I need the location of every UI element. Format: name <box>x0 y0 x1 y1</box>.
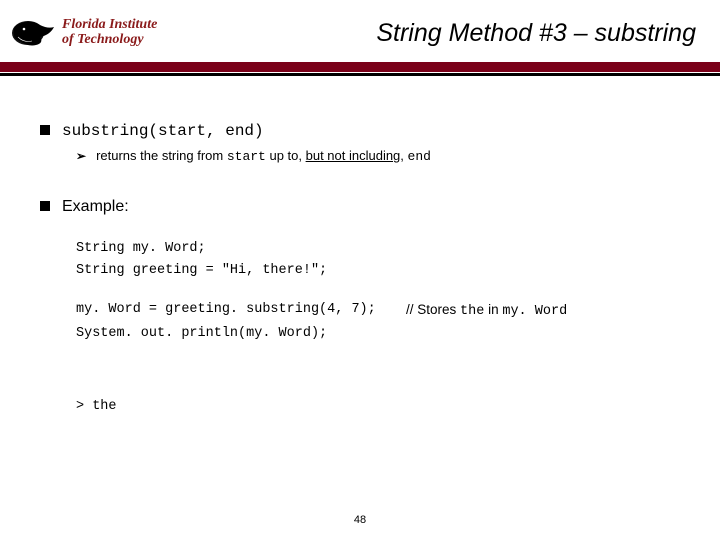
sub-bullet-text: returns the string from start up to, but… <box>96 148 431 164</box>
arrow-bullet-icon: ➢ <box>76 149 86 163</box>
square-bullet-icon <box>40 125 50 135</box>
code-line-4: System. out. println(my. Word); <box>76 323 680 345</box>
page-number: 48 <box>0 514 720 526</box>
example-label: Example: <box>62 198 129 216</box>
sub-text-mid2: , <box>400 148 407 163</box>
institution-line2: of Technology <box>62 33 157 48</box>
sub-text-code-end: end <box>408 149 431 164</box>
comment-code-the: the <box>460 304 484 319</box>
substring-signature-code: substring(start, end) <box>62 122 264 140</box>
comment-code-myword: my. Word <box>502 304 567 319</box>
header-rule-thick <box>0 62 720 72</box>
sub-bullet-description: ➢ returns the string from start up to, b… <box>76 148 680 164</box>
code-line-3-statement: my. Word = greeting. substring(4, 7); <box>76 299 406 323</box>
comment-prefix: // Stores <box>406 302 460 317</box>
square-bullet-icon <box>40 201 50 211</box>
code-line-3: my. Word = greeting. substring(4, 7); //… <box>76 299 680 323</box>
institution-line1: Florida Institute <box>62 18 157 33</box>
bullet-example: Example: <box>40 198 680 216</box>
code-output: > the <box>76 396 680 418</box>
comment-mid: in <box>484 302 502 317</box>
slide-content: substring(start, end) ➢ returns the stri… <box>0 76 720 418</box>
slide-title: String Method #3 – substring <box>157 19 702 48</box>
institution-logo: Florida Institute of Technology <box>10 15 157 51</box>
code-line-1: String my. Word; <box>76 238 680 260</box>
panther-icon <box>10 15 58 51</box>
code-line-3-comment: // Stores the in my. Word <box>406 299 567 323</box>
sub-text-mid1: up to, <box>266 148 306 163</box>
sub-text-prefix: returns the string from <box>96 148 227 163</box>
sub-text-underlined: but not including <box>306 148 401 163</box>
slide-header: Florida Institute of Technology String M… <box>0 0 720 62</box>
bullet-substring-signature: substring(start, end) <box>40 122 680 140</box>
sub-text-code-start: start <box>227 149 266 164</box>
code-block: String my. Word; String greeting = "Hi, … <box>76 238 680 418</box>
institution-name: Florida Institute of Technology <box>62 18 157 47</box>
code-line-2: String greeting = "Hi, there!"; <box>76 260 680 282</box>
